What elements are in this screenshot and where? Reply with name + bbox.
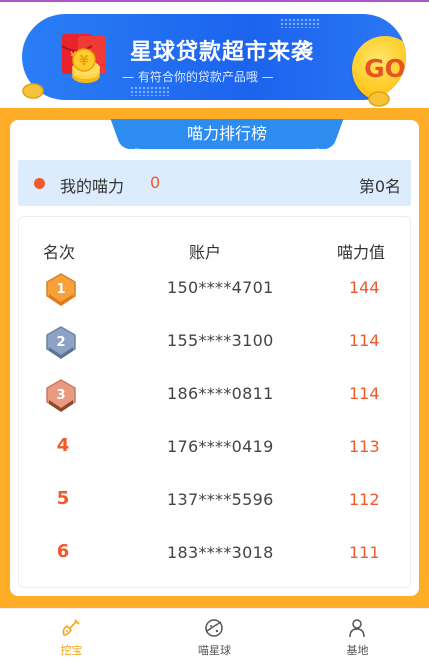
account-number: 176****0419: [167, 437, 274, 456]
my-rank: 第0名: [358, 177, 401, 196]
power-score: 114: [349, 384, 380, 403]
coin-icon: [22, 83, 44, 99]
ranking-title-tab: 喵力排行榜: [124, 119, 330, 149]
ranking-row: 6 183****3018 111: [19, 529, 410, 582]
rank-number: 6: [56, 541, 70, 562]
medal-rank: 1: [56, 282, 65, 297]
svg-text:¥: ¥: [80, 54, 89, 69]
account-number: 137****5596: [167, 490, 274, 509]
power-score: 144: [349, 278, 380, 297]
header-account: 账户: [189, 243, 222, 262]
ranking-row: 2 155****3100 114: [19, 317, 410, 370]
nav-label: 喵星球: [198, 644, 231, 657]
ranking-list: 名次 账户 喵力值 1 150****4701 144 2 155****310…: [18, 216, 411, 588]
my-power-bar: 我的喵力 0 第0名: [18, 160, 411, 206]
planet-icon: [205, 619, 223, 637]
header-power: 喵力值: [337, 243, 386, 262]
ranking-row: 1 150****4701 144: [19, 264, 410, 317]
bronze-medal-icon: 3: [46, 379, 76, 412]
decor-dots: [280, 18, 320, 28]
nav-item-planet[interactable]: 喵星球: [143, 609, 286, 662]
my-power-value: 0: [150, 173, 161, 192]
coin-icon: [368, 91, 390, 107]
account-number: 183****3018: [167, 543, 274, 562]
banner-subtitle: — 有符合你的贷款产品哦 —: [122, 70, 274, 84]
header-rank: 名次: [43, 243, 76, 262]
my-power-label: 我的喵力: [60, 177, 125, 196]
nav-item-base[interactable]: 基地: [286, 609, 429, 662]
decor-dots: [130, 86, 170, 96]
medal-rank: 3: [56, 388, 65, 403]
red-envelope-coins-icon: ¥ ¥: [61, 34, 106, 83]
account-number: 186****0811: [167, 384, 274, 403]
ranking-row: 5 137****5596 112: [19, 476, 410, 529]
power-score: 112: [349, 490, 380, 509]
bottom-nav: 挖宝 喵星球 基地: [0, 608, 429, 662]
rank-number: 4: [56, 435, 70, 456]
gold-medal-icon: 1: [46, 273, 76, 306]
ranking-card: 喵力排行榜 我的喵力 0 第0名 名次 账户 喵力值 1 150****4701…: [10, 119, 419, 596]
rank-number: 5: [56, 488, 70, 509]
silver-medal-icon: 2: [46, 326, 76, 359]
account-number: 155****3100: [167, 331, 274, 350]
person-icon: [349, 619, 365, 638]
nav-label: 基地: [346, 644, 369, 657]
ranking-row: 4 176****0419 113: [19, 423, 410, 476]
power-score: 114: [349, 331, 380, 350]
ranking-title: 喵力排行榜: [186, 124, 267, 143]
loan-market-banner[interactable]: ¥ ¥ 星球贷款超市来袭 — 有符合你的贷款产品哦 — GO: [22, 14, 406, 100]
shovel-icon: [62, 619, 80, 636]
medal-rank: 2: [56, 335, 65, 350]
bullet-dot-icon: [34, 178, 45, 189]
ranking-section: 喵力排行榜 我的喵力 0 第0名 名次 账户 喵力值 1 150****4701…: [0, 108, 429, 608]
power-score: 111: [349, 543, 380, 562]
nav-label: 挖宝: [60, 644, 83, 657]
power-score: 113: [349, 437, 380, 456]
promo-banner-area: ¥ ¥ 星球贷款超市来袭 — 有符合你的贷款产品哦 — GO: [0, 2, 429, 108]
account-number: 150****4701: [167, 278, 274, 297]
nav-item-dig[interactable]: 挖宝: [0, 609, 143, 662]
banner-title: 星球贷款超市来袭: [130, 40, 315, 65]
ranking-row: 3 186****0811 114: [19, 370, 410, 423]
